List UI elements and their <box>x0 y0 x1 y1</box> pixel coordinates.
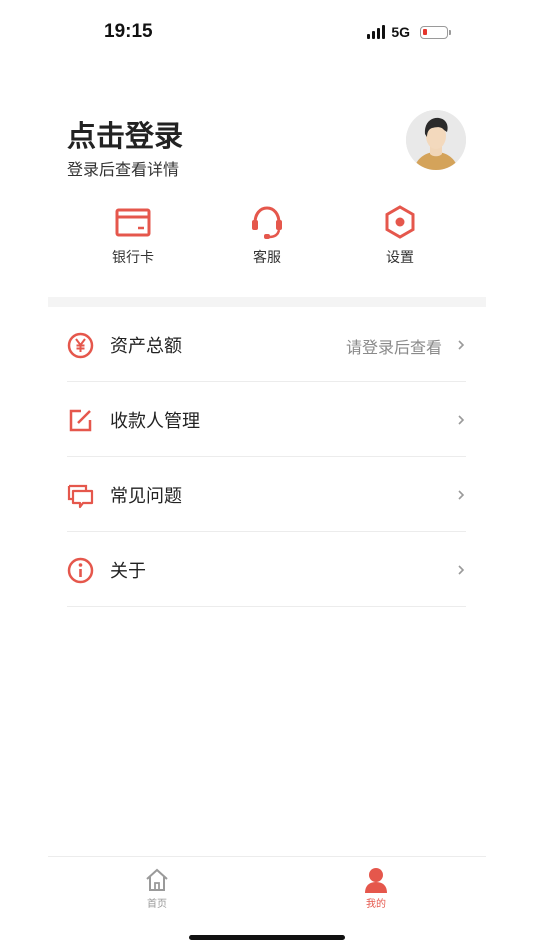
info-circle-icon <box>67 557 94 584</box>
tab-home[interactable]: 首页 <box>127 867 187 910</box>
menu-item-value: 请登录后查看 <box>345 338 442 357</box>
menu-item-payee-management[interactable]: 收款人管理 <box>67 382 466 457</box>
edit-icon <box>69 409 92 432</box>
signal-icon <box>367 25 386 39</box>
avatar-person-icon <box>406 110 466 170</box>
chevron-right-icon <box>458 415 465 425</box>
menu-list: 资产总额 请登录后查看 收款人管理 常见问题 关于 <box>67 307 466 607</box>
login-title[interactable]: 点击登录 <box>67 113 183 155</box>
menu-item-label: 关于 <box>110 561 146 582</box>
home-indicator <box>189 935 345 940</box>
network-type: 5G <box>391 24 410 40</box>
settings-hexagon-icon <box>385 205 415 239</box>
menu-item-label: 资产总额 <box>110 336 182 357</box>
status-time: 19:15 <box>104 21 153 42</box>
menu-item-label: 常见问题 <box>110 486 182 507</box>
chevron-right-icon <box>458 565 465 575</box>
user-icon <box>365 868 387 893</box>
menu-item-label: 收款人管理 <box>110 411 200 432</box>
tab-mine[interactable]: 我的 <box>346 867 406 910</box>
status-indicators: 5G <box>367 24 451 40</box>
chevron-right-icon <box>458 340 465 350</box>
menu-item-faq[interactable]: 常见问题 <box>67 457 466 532</box>
battery-icon <box>420 25 451 39</box>
quick-action-bank-card[interactable]: 银行卡 <box>88 204 178 267</box>
chevron-right-icon <box>458 490 465 500</box>
yen-circle-icon <box>67 332 94 359</box>
quick-action-label: 设置 <box>386 250 414 266</box>
chat-bubbles-icon <box>67 484 94 509</box>
menu-item-about[interactable]: 关于 <box>67 532 466 607</box>
bank-card-icon <box>115 208 151 237</box>
tab-label: 首页 <box>147 899 167 910</box>
section-divider <box>48 297 486 307</box>
menu-item-total-assets[interactable]: 资产总额 请登录后查看 <box>67 307 466 382</box>
headset-icon <box>252 206 282 239</box>
status-bar: 19:15 5G <box>0 0 534 64</box>
tab-label: 我的 <box>366 899 386 910</box>
quick-action-label: 银行卡 <box>112 250 154 266</box>
quick-action-label: 客服 <box>253 250 281 266</box>
quick-action-service[interactable]: 客服 <box>222 204 312 267</box>
quick-action-settings[interactable]: 设置 <box>355 204 445 267</box>
tab-bar: 首页 我的 <box>48 856 486 916</box>
home-icon <box>146 868 168 891</box>
avatar[interactable] <box>406 110 466 170</box>
login-subtitle: 登录后查看详情 <box>67 160 180 179</box>
